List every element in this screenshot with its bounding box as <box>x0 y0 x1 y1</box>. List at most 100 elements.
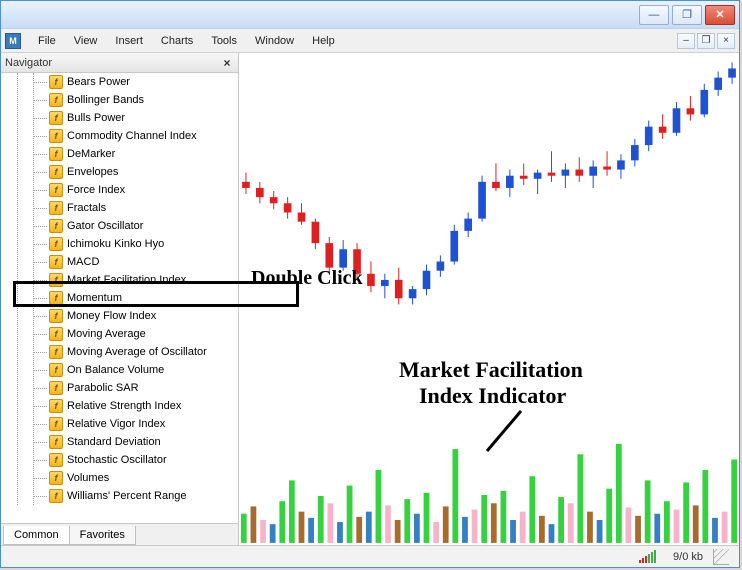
indicator-icon: f <box>49 417 63 431</box>
tree-item[interactable]: f Market Facilitation Index <box>1 271 238 289</box>
indicator-icon: f <box>49 255 63 269</box>
app-icon: M <box>5 33 21 49</box>
chart-area[interactable]: Double Click Market Facilitation Index I… <box>239 53 739 545</box>
tree-item-label: Parabolic SAR <box>67 382 139 394</box>
tree-item-label: Fractals <box>67 202 106 214</box>
tree-item[interactable]: f Bollinger Bands <box>1 91 238 109</box>
navigator-tree[interactable]: f Bears Power f Bollinger Bands fBulls Power… <box>1 73 238 523</box>
navigator-close-button[interactable]: × <box>220 56 234 70</box>
indicator-icon: f <box>49 345 63 359</box>
navigator-title: Navigator <box>5 57 52 69</box>
menu-view[interactable]: View <box>65 29 107 52</box>
resize-grip[interactable] <box>713 549 729 565</box>
titlebar: — ❐ ✕ <box>1 1 739 29</box>
tree-item[interactable]: f Commodity Channel Index <box>1 127 238 145</box>
window-close-button[interactable]: ✕ <box>705 5 735 25</box>
tree-item-label: On Balance Volume <box>67 364 164 376</box>
tree-item-label: Envelopes <box>67 166 118 178</box>
indicator-icon: f <box>49 381 63 395</box>
tree-item[interactable]: f Money Flow Index <box>1 307 238 325</box>
connection-icon <box>639 551 663 563</box>
tree-item-label: Volumes <box>67 472 109 484</box>
tree-item-label: DeMarker <box>67 148 115 160</box>
tree-item[interactable]: f Moving Average <box>1 325 238 343</box>
menu-charts[interactable]: Charts <box>152 29 202 52</box>
navigator-tabs: Common Favorites <box>1 523 238 545</box>
tab-common[interactable]: Common <box>3 526 70 545</box>
indicator-icon: f <box>49 75 63 89</box>
tree-item-label: Force Index <box>67 184 125 196</box>
tree-item-label: Relative Vigor Index <box>67 418 165 430</box>
indicator-icon: f <box>49 309 63 323</box>
menu-tools[interactable]: Tools <box>202 29 246 52</box>
tree-item[interactable]: f Envelopes <box>1 163 238 181</box>
indicator-icon: f <box>49 219 63 233</box>
indicator-icon: f <box>49 489 63 503</box>
menu-insert[interactable]: Insert <box>106 29 152 52</box>
tree-item[interactable]: fStochastic Oscillator <box>1 451 238 469</box>
indicator-icon: f <box>49 237 63 251</box>
mdi-restore-button[interactable]: ❐ <box>697 33 715 49</box>
tree-item[interactable]: fWilliams' Percent Range <box>1 487 238 505</box>
indicator-icon: f <box>49 93 63 107</box>
chart-canvas <box>239 53 739 545</box>
navigator-header: Navigator × <box>1 53 238 73</box>
tree-item-label: Commodity Channel Index <box>67 130 197 142</box>
menu-file[interactable]: File <box>29 29 65 52</box>
tree-item[interactable]: f Bears Power <box>1 73 238 91</box>
workspace: Navigator × f Bears Power f Bollinger Bands… <box>1 53 739 545</box>
indicator-icon: f <box>49 291 63 305</box>
tree-item-label: Money Flow Index <box>67 310 156 322</box>
tree-item-label: Standard Deviation <box>67 436 161 448</box>
tree-item[interactable]: f Parabolic SAR <box>1 379 238 397</box>
indicator-icon: f <box>49 147 63 161</box>
window-minimize-button[interactable]: — <box>639 5 669 25</box>
indicator-icon: f <box>49 273 63 287</box>
tree-item-label: Momentum <box>67 292 122 304</box>
tree-item[interactable]: f Standard Deviation <box>1 433 238 451</box>
navigator-panel: Navigator × f Bears Power f Bollinger Bands… <box>1 53 239 545</box>
statusbar: 9/0 kb <box>1 545 739 567</box>
mdi-close-button[interactable]: × <box>717 33 735 49</box>
tree-item[interactable]: f Volumes <box>1 469 238 487</box>
tree-item[interactable]: fBulls Power <box>1 109 238 127</box>
indicator-icon: f <box>49 327 63 341</box>
tree-item[interactable]: f On Balance Volume <box>1 361 238 379</box>
indicator-icon: f <box>49 201 63 215</box>
tree-item[interactable]: f MACD <box>1 253 238 271</box>
indicator-icon: f <box>49 129 63 143</box>
menubar: M FileViewInsertChartsToolsWindowHelp – … <box>1 29 739 53</box>
tree-item-label: Market Facilitation Index <box>67 274 186 286</box>
mdi-minimize-button[interactable]: – <box>677 33 695 49</box>
tree-item-label: Relative Strength Index <box>67 400 181 412</box>
tree-item-label: Bears Power <box>67 76 130 88</box>
tree-item-label: Stochastic Oscillator <box>67 454 167 466</box>
status-kb: 9/0 kb <box>673 551 703 563</box>
tree-item[interactable]: f Fractals <box>1 199 238 217</box>
indicator-icon: f <box>49 435 63 449</box>
tree-item[interactable]: f Force Index <box>1 181 238 199</box>
menu-help[interactable]: Help <box>303 29 344 52</box>
tree-item-label: Moving Average <box>67 328 146 340</box>
tab-favorites[interactable]: Favorites <box>69 526 136 545</box>
tree-item[interactable]: fGator Oscillator <box>1 217 238 235</box>
app-window: — ❐ ✕ M FileViewInsertChartsToolsWindowH… <box>0 0 740 568</box>
menu-window[interactable]: Window <box>246 29 303 52</box>
tree-item-label: Moving Average of Oscillator <box>67 346 207 358</box>
tree-item-label: MACD <box>67 256 99 268</box>
tree-item[interactable]: f DeMarker <box>1 145 238 163</box>
indicator-icon: f <box>49 399 63 413</box>
tree-item-label: Bollinger Bands <box>67 94 144 106</box>
tree-item[interactable]: f Moving Average of Oscillator <box>1 343 238 361</box>
tree-item[interactable]: f Relative Strength Index <box>1 397 238 415</box>
tree-item[interactable]: f Momentum <box>1 289 238 307</box>
indicator-icon: f <box>49 183 63 197</box>
window-maximize-button[interactable]: ❐ <box>672 5 702 25</box>
tree-item-label: Ichimoku Kinko Hyo <box>67 238 164 250</box>
indicator-icon: f <box>49 111 63 125</box>
indicator-icon: f <box>49 165 63 179</box>
indicator-icon: f <box>49 363 63 377</box>
indicator-icon: f <box>49 471 63 485</box>
tree-item[interactable]: f Ichimoku Kinko Hyo <box>1 235 238 253</box>
tree-item[interactable]: f Relative Vigor Index <box>1 415 238 433</box>
